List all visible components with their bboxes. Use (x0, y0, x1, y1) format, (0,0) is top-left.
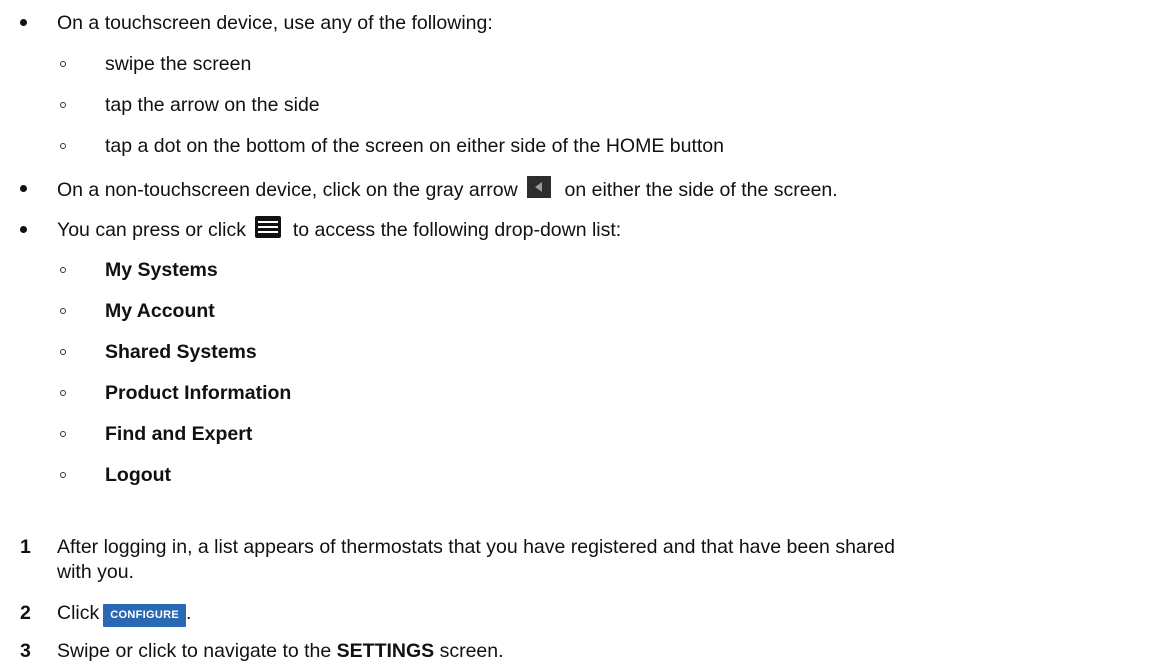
menu-item-product-information: Product Information (105, 382, 292, 404)
sub-bullet (60, 267, 66, 273)
step-number: 2 (20, 602, 31, 624)
sub-bullet (60, 61, 66, 67)
touch-item-swipe: swipe the screen (105, 53, 252, 75)
step-2-text-after: . (185, 602, 192, 624)
menu-item-my-systems: My Systems (105, 259, 218, 281)
step-3-text-before: Swipe or click to navigate to the (57, 640, 332, 662)
step-3-line: Swipe or click to navigate to the SETTIN… (57, 639, 504, 663)
step-number: 1 (20, 536, 31, 558)
step-2-text-before: Click (57, 602, 100, 624)
help-page: On a touchscreen device, use any of the … (0, 0, 1156, 669)
step-number: 3 (20, 640, 31, 662)
sub-bullet (60, 390, 66, 396)
menu-item-my-account: My Account (105, 300, 215, 322)
settings-label: SETTINGS (336, 640, 435, 662)
bullet (20, 19, 27, 26)
touch-item-tap-dot: tap a dot on the bottom of the screen on… (105, 135, 724, 157)
step-1-line-2: with you. (57, 561, 134, 583)
menu-line: You can press or click to access the fol… (57, 216, 621, 242)
step-2-line: Click CONFIGURE. (57, 601, 191, 627)
nontouch-text-before: On a non-touchscreen device, click on th… (57, 179, 518, 201)
sub-bullet (60, 143, 66, 149)
step-1-line-1: After logging in, a list appears of ther… (57, 536, 895, 558)
bullet (20, 226, 27, 233)
hamburger-menu-icon (255, 216, 282, 238)
nontouch-line: On a non-touchscreen device, click on th… (57, 176, 838, 202)
left-arrow-icon (527, 176, 552, 198)
menu-item-shared-systems: Shared Systems (105, 341, 257, 363)
sub-bullet (60, 472, 66, 478)
nontouch-text-after: on either the side of the screen. (564, 179, 838, 201)
sub-bullet (60, 308, 66, 314)
configure-button: CONFIGURE (103, 604, 186, 627)
step-3-text-after: screen. (439, 640, 504, 662)
menu-item-logout: Logout (105, 464, 172, 486)
bullet (20, 185, 27, 192)
menu-text-after: to access the following drop-down list: (292, 219, 622, 241)
sub-bullet (60, 102, 66, 108)
sub-bullet (60, 431, 66, 437)
menu-item-find-and-expert: Find and Expert (105, 423, 253, 445)
touch-item-tap-arrow: tap the arrow on the side (105, 94, 320, 116)
sub-bullet (60, 349, 66, 355)
touch-intro: On a touchscreen device, use any of the … (57, 12, 493, 34)
menu-text-before: You can press or click (57, 219, 246, 241)
